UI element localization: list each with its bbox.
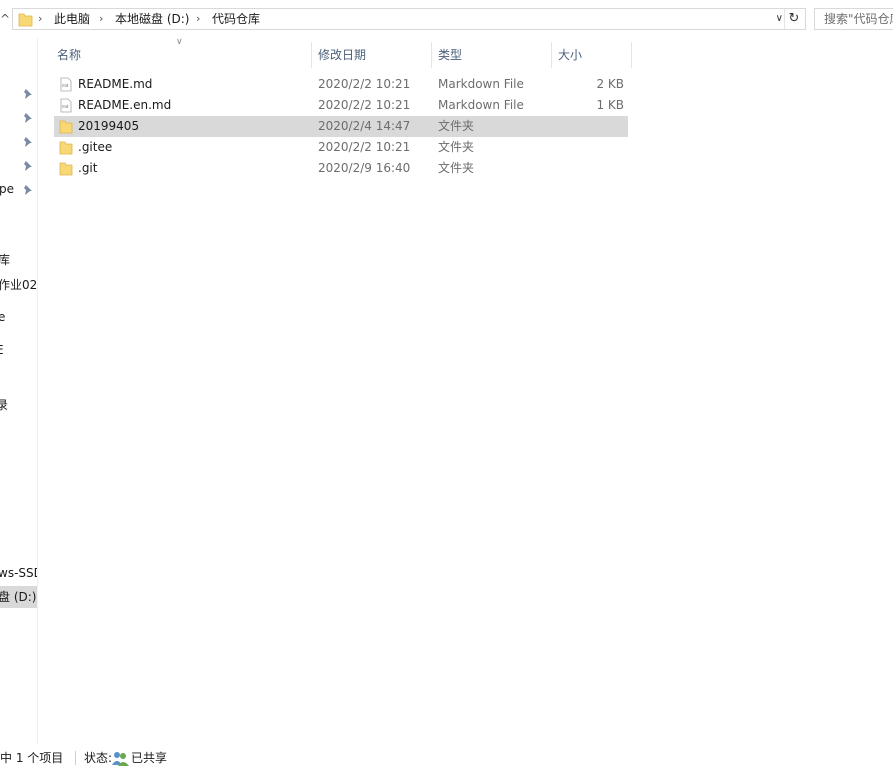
file-date: 2020/2/9 16:40 bbox=[318, 161, 411, 175]
markdown-file-icon: md bbox=[60, 98, 72, 113]
divider bbox=[784, 9, 785, 29]
column-header-label: 大小 bbox=[558, 48, 583, 62]
selection-count: 中 1 个项目 bbox=[0, 751, 64, 765]
status-label: 状态: bbox=[84, 751, 113, 765]
file-type: Markdown File bbox=[438, 98, 524, 112]
breadcrumb-separator-icon[interactable]: › bbox=[99, 11, 103, 27]
up-arrow-icon[interactable]: ^ bbox=[0, 10, 10, 28]
markdown-file-icon: md bbox=[60, 77, 72, 92]
folder-icon bbox=[59, 120, 73, 134]
file-size bbox=[554, 158, 624, 179]
pin-icon[interactable] bbox=[22, 135, 34, 147]
file-date: 2020/2/4 14:47 bbox=[318, 119, 411, 133]
nav-item-local-disk-d[interactable]: 盘 (D:) bbox=[0, 589, 36, 605]
shared-users-icon bbox=[112, 752, 129, 766]
file-name: 20199405 bbox=[78, 119, 140, 133]
file-name: .gitee bbox=[78, 140, 113, 154]
nav-item-record[interactable]: 录 bbox=[0, 397, 8, 413]
folder-icon bbox=[18, 13, 33, 27]
pin-icon[interactable] bbox=[22, 183, 34, 195]
file-type: 文件夹 bbox=[438, 140, 475, 154]
file-size bbox=[554, 137, 624, 158]
svg-text:md: md bbox=[62, 104, 69, 109]
svg-text:md: md bbox=[62, 83, 69, 88]
nav-item-library[interactable]: 库 bbox=[0, 252, 10, 268]
file-size: 2 KB bbox=[596, 77, 624, 91]
search-input[interactable]: 搜索"代码仓库" bbox=[814, 8, 893, 30]
file-size bbox=[554, 116, 624, 137]
breadcrumb-code-repo[interactable]: 代码仓库 bbox=[212, 11, 260, 27]
file-size: 1 KB bbox=[596, 98, 624, 112]
folder-icon bbox=[59, 162, 73, 176]
navigation-pane: pe 库 作业02- e E 录 ws-SSD 盘 (D:) bbox=[0, 38, 38, 744]
pin-icon[interactable] bbox=[22, 111, 34, 123]
status-value: 已共享 bbox=[131, 751, 168, 765]
status-divider bbox=[75, 751, 76, 765]
address-row: ^ › 此电脑 › 本地磁盘 (D:) › 代码仓库 ∨ ↻ 搜索"代码仓库" bbox=[0, 0, 893, 38]
nav-item-windows-ssd[interactable]: ws-SSD bbox=[0, 565, 37, 581]
file-name: .git bbox=[78, 161, 98, 175]
file-name: README.en.md bbox=[78, 98, 172, 112]
nav-item-homework[interactable]: 作业02- bbox=[0, 277, 37, 293]
refresh-icon[interactable]: ↻ bbox=[786, 10, 802, 28]
file-type: 文件夹 bbox=[438, 161, 475, 175]
nav-item-e[interactable]: e bbox=[0, 309, 5, 325]
search-placeholder: 搜索"代码仓库" bbox=[824, 12, 893, 26]
file-row-selected[interactable]: 20199405 2020/2/4 14:47 文件夹 bbox=[54, 116, 628, 137]
breadcrumb-separator-icon[interactable]: › bbox=[38, 11, 42, 27]
pin-icon[interactable] bbox=[22, 159, 34, 171]
nav-item-e-upper[interactable]: E bbox=[0, 342, 4, 358]
column-header-type[interactable]: 类型 bbox=[432, 42, 552, 68]
nav-item-pinned[interactable]: pe bbox=[0, 181, 14, 197]
folder-icon bbox=[59, 141, 73, 155]
address-bar[interactable]: › 此电脑 › 本地磁盘 (D:) › 代码仓库 ∨ ↻ bbox=[12, 8, 806, 30]
file-row[interactable]: md README.md 2020/2/2 10:21 Markdown Fil… bbox=[54, 74, 628, 95]
file-row[interactable]: .git 2020/2/9 16:40 文件夹 bbox=[54, 158, 628, 179]
file-name: README.md bbox=[78, 77, 153, 91]
file-row[interactable]: .gitee 2020/2/2 10:21 文件夹 bbox=[54, 137, 628, 158]
pin-icon[interactable] bbox=[22, 87, 34, 99]
file-date: 2020/2/2 10:21 bbox=[318, 77, 411, 91]
file-date: 2020/2/2 10:21 bbox=[318, 140, 411, 154]
column-header-label: 类型 bbox=[438, 48, 463, 62]
status-bar: 中 1 个项目 状态: 已共享 bbox=[0, 746, 893, 771]
breadcrumb-separator-icon[interactable]: › bbox=[196, 11, 200, 27]
column-header-label: 名称 bbox=[57, 48, 82, 62]
chevron-down-icon[interactable]: ∨ bbox=[776, 12, 783, 26]
file-row[interactable]: md README.en.md 2020/2/2 10:21 Markdown … bbox=[54, 95, 628, 116]
column-header-name[interactable]: 名称 bbox=[51, 42, 312, 68]
breadcrumb-this-pc[interactable]: 此电脑 bbox=[54, 11, 90, 27]
file-type: Markdown File bbox=[438, 77, 524, 91]
column-header-date[interactable]: 修改日期 bbox=[312, 42, 432, 68]
file-date: 2020/2/2 10:21 bbox=[318, 98, 411, 112]
breadcrumb-local-disk[interactable]: 本地磁盘 (D:) bbox=[115, 11, 189, 27]
column-header-size[interactable]: 大小 bbox=[552, 42, 632, 68]
column-header-label: 修改日期 bbox=[318, 48, 367, 62]
file-type: 文件夹 bbox=[438, 119, 475, 133]
